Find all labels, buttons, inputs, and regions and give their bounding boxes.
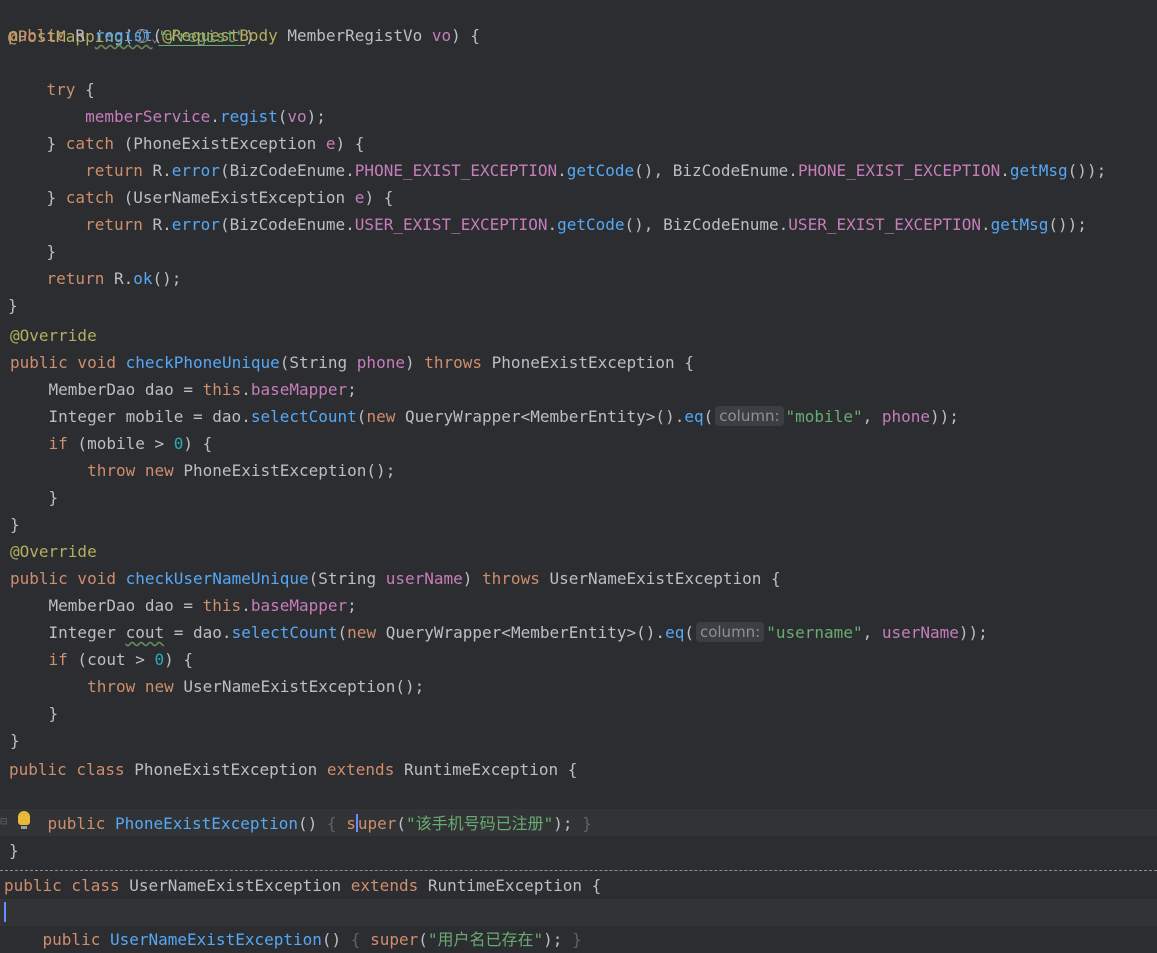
code-line[interactable]: return R.error(BizCodeEnume.PHONE_EXIST_… [8, 157, 1106, 184]
code-line[interactable]: } [8, 238, 57, 265]
code-line[interactable]: @Override [10, 538, 97, 565]
code-line[interactable]: } [9, 837, 19, 864]
fold-marker-icon[interactable]: ⊟ [0, 814, 7, 828]
code-line[interactable]: public void checkUserNameUnique(String u… [10, 565, 781, 592]
code-line[interactable]: MemberDao dao = this.baseMapper; [10, 592, 357, 619]
code-line[interactable]: } [10, 511, 20, 538]
code-line[interactable]: @Override [10, 322, 97, 349]
code-line[interactable]: public class PhoneExistException extends… [9, 756, 577, 783]
parameter-hint: column: [695, 622, 765, 642]
code-line[interactable]: } catch (UserNameExistException e) { [8, 184, 394, 211]
code-line[interactable]: memberService.regist(vo); [8, 103, 326, 130]
code-line[interactable]: return R.error(BizCodeEnume.USER_EXIST_E… [8, 211, 1087, 238]
code-line[interactable]: @PostMapping(⌄"/regist") [8, 0, 255, 46]
code-line[interactable]: MemberDao dao = this.baseMapper; [10, 376, 357, 403]
code-line[interactable]: throw new PhoneExistException(); [10, 457, 395, 484]
number-literal: 0 [154, 650, 165, 669]
code-line[interactable]: } [10, 700, 59, 727]
code-line[interactable]: } [10, 484, 59, 511]
string-literal: "mobile" [785, 407, 863, 426]
code-line[interactable]: return R.ok(); [8, 265, 182, 292]
code-line[interactable]: try { [8, 76, 95, 103]
code-line[interactable]: } [8, 292, 18, 319]
text-cursor [4, 902, 6, 922]
code-line[interactable]: if (mobile > 0) { [10, 430, 213, 457]
code-line[interactable]: Integer mobile = dao.selectCount(new Que… [10, 403, 959, 430]
code-line[interactable]: public class UserNameExistException exte… [4, 872, 601, 899]
string-literal: "用户名已存在" [427, 930, 544, 949]
parameter-hint: column: [715, 406, 784, 426]
string-literal: "该手机号码已注册" [406, 814, 554, 833]
code-line[interactable]: Integer cout = dao.selectCount(new Query… [10, 619, 988, 646]
code-line[interactable]: } catch (PhoneExistException e) { [8, 130, 365, 157]
code-line[interactable]: public R regist(@RequestBody MemberRegis… [8, 22, 480, 49]
text-cursor [355, 814, 358, 832]
current-line-highlight [0, 899, 1157, 926]
number-literal: 0 [173, 434, 184, 453]
string-literal: "username" [766, 623, 863, 642]
pane-divider [0, 870, 1157, 871]
code-line[interactable]: public PhoneExistException() { s uper("该手… [9, 810, 592, 837]
code-line[interactable]: } [10, 727, 20, 754]
code-line[interactable]: public void checkPhoneUnique(String phon… [10, 349, 694, 376]
code-line[interactable]: if (cout > 0) { [10, 646, 194, 673]
code-line[interactable]: throw new UserNameExistException(); [10, 673, 424, 700]
